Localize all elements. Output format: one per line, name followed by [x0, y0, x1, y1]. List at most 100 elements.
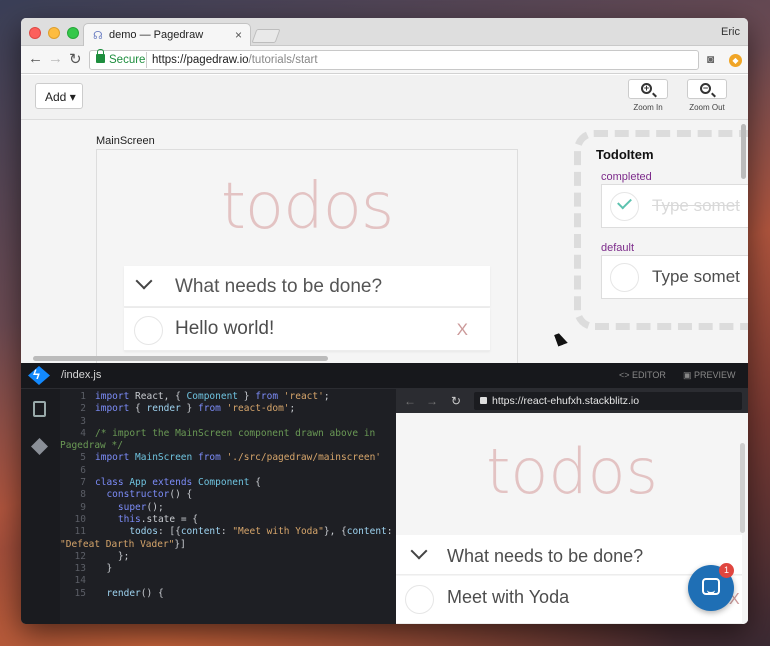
mouse-cursor — [554, 331, 568, 347]
new-todo-input[interactable]: What needs to be done? — [396, 535, 742, 575]
back-arrow-icon[interactable]: ← — [404, 394, 416, 408]
files-icon[interactable] — [33, 401, 46, 417]
state-card-text: Type somet — [652, 196, 740, 215]
code-line: 6 — [80, 464, 86, 476]
todo-checkbox — [610, 263, 639, 292]
code-line: 5 import MainScreen from './src/pagedraw/… — [80, 452, 382, 464]
code-line: 2 import { render } from 'react-dom'; — [80, 403, 296, 415]
zoom-out-button[interactable]: − Zoom Out — [685, 79, 729, 112]
tab-editor[interactable]: <> EDITOR — [619, 370, 666, 380]
artboard-mainscreen[interactable]: todos What needs to be done? Hello world… — [96, 149, 518, 363]
code-line: 7 class App extends Component { — [80, 477, 261, 489]
todo-row[interactable]: Hello world! X — [124, 308, 490, 351]
new-tab-button[interactable] — [251, 29, 281, 43]
zoom-out-icon: − — [700, 83, 711, 94]
todos-heading: todos — [486, 435, 658, 508]
state-label-default[interactable]: default — [601, 242, 634, 254]
extension-icon[interactable]: ◆ — [729, 54, 742, 67]
vertical-scrollbar[interactable] — [741, 124, 746, 179]
preview-toolbar: ← → ↻ https://react-ehufxh.stackblitz.io — [396, 389, 748, 413]
code-line: 15 render() { — [74, 587, 164, 599]
tab-title: demo — Pagedraw — [109, 29, 204, 41]
lock-icon — [96, 49, 105, 63]
state-card-completed[interactable]: Type somet — [601, 184, 748, 228]
url-path: /tutorials/start — [248, 54, 318, 66]
browser-toolbar: ← → ↻ Secure https://pagedraw.io/tutoria… — [21, 46, 748, 74]
reload-icon[interactable]: ↻ — [69, 50, 82, 68]
minimize-window-button[interactable] — [48, 27, 60, 39]
pagedraw-favicon-icon: ☊ — [93, 30, 103, 42]
address-bar[interactable]: Secure https://pagedraw.io/tutorials/sta… — [89, 49, 699, 70]
stackblitz-panel: ϟ /index.js <> EDITOR ▣ PREVIEW 1 import … — [21, 363, 748, 624]
preview-url: https://react-ehufxh.stackblitz.io — [492, 395, 640, 407]
zoom-in-label: Zoom In — [633, 103, 663, 112]
state-label-completed[interactable]: completed — [601, 171, 652, 183]
forward-arrow-icon[interactable]: → — [48, 50, 63, 67]
preview-icon: ▣ — [683, 370, 695, 380]
tab-strip: ☊ demo — Pagedraw × Eric — [21, 18, 748, 46]
delete-icon[interactable]: X — [457, 320, 468, 340]
preview-scrollbar[interactable] — [740, 443, 745, 533]
add-button[interactable]: Add ▾ — [35, 83, 83, 109]
forward-arrow-icon[interactable]: → — [426, 394, 438, 408]
chat-notification-badge: 1 — [719, 563, 734, 578]
close-window-button[interactable] — [29, 27, 41, 39]
caret-down-icon: ▾ — [69, 90, 76, 104]
camera-icon[interactable]: ◙ — [707, 52, 714, 66]
preview-url-bar[interactable]: https://react-ehufxh.stackblitz.io — [474, 392, 742, 410]
chevron-down-icon[interactable] — [135, 272, 153, 290]
code-icon: <> — [619, 370, 633, 380]
todos-heading[interactable]: todos — [97, 170, 517, 244]
artboard-name[interactable]: MainScreen — [96, 135, 155, 147]
zoom-in-icon: + — [641, 83, 652, 94]
reload-icon[interactable]: ↻ — [451, 394, 461, 408]
chat-launcher-button[interactable]: 1 — [688, 563, 734, 611]
back-arrow-icon[interactable]: ← — [28, 50, 43, 67]
state-card-default[interactable]: Type somet — [601, 255, 748, 299]
stackblitz-header: ϟ /index.js <> EDITOR ▣ PREVIEW — [21, 363, 748, 389]
lock-icon — [480, 397, 487, 404]
code-line: 4/* import the MainScreen component draw… — [80, 427, 376, 439]
code-line: 10 this.state = { — [74, 513, 198, 525]
zoom-in-button[interactable]: + Zoom In — [626, 79, 670, 112]
file-path: /index.js — [61, 369, 102, 381]
todo-text[interactable]: Hello world! — [175, 318, 274, 340]
browser-window: ☊ demo — Pagedraw × Eric ← → ↻ Secure ht… — [21, 18, 748, 624]
todo-checkbox[interactable] — [134, 316, 163, 345]
code-line: 1 import React, { Component } from 'react… — [80, 391, 330, 402]
secure-label: Secure — [109, 54, 146, 66]
design-canvas[interactable]: MainScreen todos What needs to be done? … — [21, 120, 748, 363]
code-editor[interactable]: 1 import React, { Component } from 'react… — [60, 389, 396, 624]
dependencies-icon[interactable] — [31, 438, 48, 455]
new-todo-placeholder: What needs to be done? — [447, 546, 644, 566]
new-todo-placeholder[interactable]: What needs to be done? — [175, 276, 382, 298]
url-text: https://pagedraw.io/tutorials/start — [152, 54, 318, 66]
zoom-out-label: Zoom Out — [689, 103, 725, 112]
code-line: 3 — [80, 415, 86, 427]
code-line: 11 todos: [{content: "Meet with Yoda"}, … — [74, 526, 393, 538]
stackblitz-sidebar — [21, 389, 60, 624]
todo-checkbox[interactable] — [405, 585, 434, 614]
component-name[interactable]: TodoItem — [596, 147, 654, 162]
profile-name[interactable]: Eric — [721, 26, 740, 38]
code-line: 12 }; — [74, 550, 130, 562]
new-todo-row[interactable]: What needs to be done? — [124, 266, 490, 307]
code-line: "Defeat Darth Vader"}] — [60, 538, 186, 550]
url-host: https://pagedraw.io — [152, 54, 249, 66]
url-divider — [146, 52, 147, 68]
zoom-window-button[interactable] — [67, 27, 79, 39]
code-line: Pagedraw */ — [60, 440, 123, 452]
tab-preview[interactable]: ▣ PREVIEW — [683, 370, 736, 381]
tab-pagedraw[interactable]: ☊ demo — Pagedraw × — [83, 23, 251, 46]
code-line: 9 super(); — [80, 501, 164, 513]
close-tab-icon[interactable]: × — [235, 28, 242, 42]
code-line: 14 — [74, 575, 86, 587]
stackblitz-logo-icon[interactable]: ϟ — [28, 366, 50, 385]
toggle-all-chevron-icon[interactable] — [410, 542, 428, 560]
horizontal-scrollbar[interactable] — [33, 356, 328, 361]
code-line: 8 constructor() { — [80, 489, 193, 501]
chat-bubble-icon — [702, 578, 720, 595]
pagedraw-toolbar: Add ▾ + Zoom In − Zoom Out — [21, 75, 748, 120]
todo-text: Meet with Yoda — [447, 587, 570, 607]
code-line: 13 } — [74, 563, 113, 575]
